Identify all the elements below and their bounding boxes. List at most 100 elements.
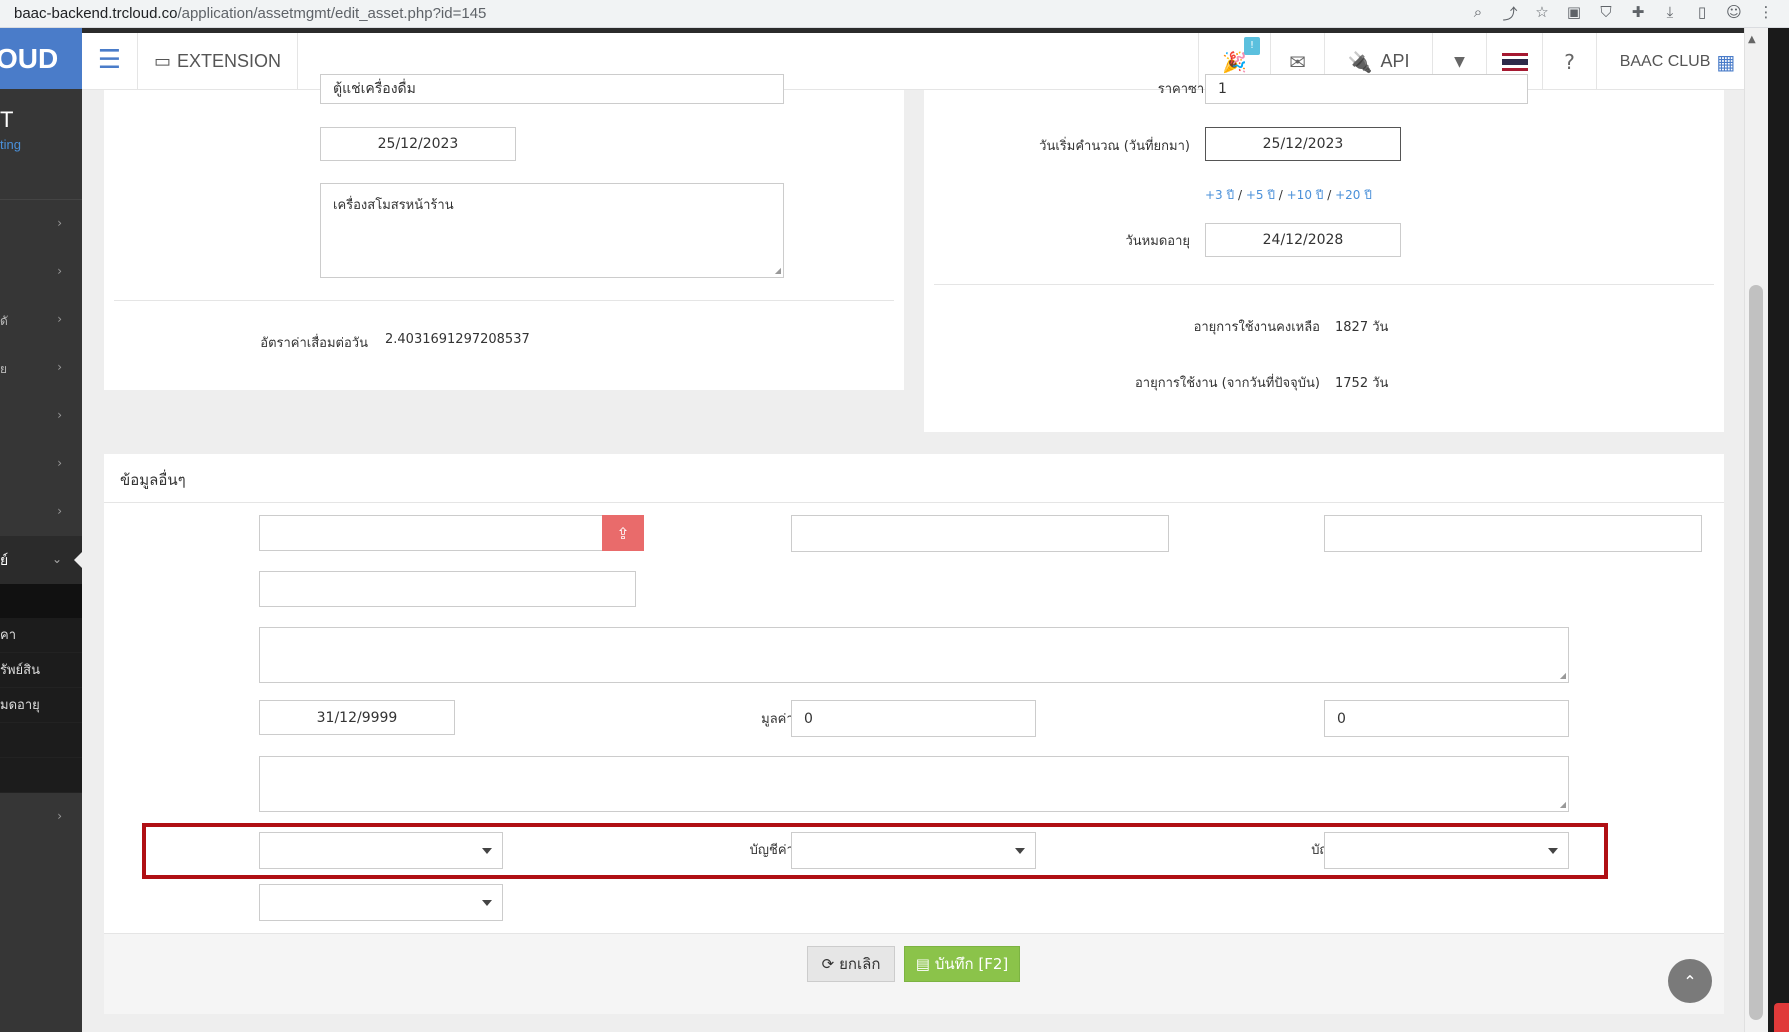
note-textarea[interactable]: ◢ bbox=[259, 627, 1569, 683]
extension-a-icon[interactable]: ▣ bbox=[1565, 3, 1583, 24]
sidepanel-icon[interactable]: ▯ bbox=[1693, 3, 1711, 24]
api-label: API bbox=[1380, 51, 1410, 71]
submenu-item[interactable]: มดอายุ bbox=[0, 688, 82, 723]
sale-date-input[interactable]: 31/12/9999 bbox=[259, 700, 455, 735]
scroll-to-top-button[interactable]: ⌃ bbox=[1668, 959, 1712, 1003]
location-input[interactable] bbox=[791, 515, 1169, 552]
start-date-input[interactable]: 25/12/2023 bbox=[1205, 127, 1401, 161]
active-indicator bbox=[74, 552, 82, 568]
sold-to-textarea[interactable]: ◢ bbox=[259, 756, 1569, 812]
refresh-icon: ⟳ bbox=[821, 955, 835, 973]
url-host: baac-backend.trcloud.co bbox=[14, 5, 178, 22]
expiry-date-input[interactable]: 24/12/2028 bbox=[1205, 223, 1401, 257]
accumulated-depreciation-select[interactable] bbox=[791, 832, 1036, 869]
submenu-item[interactable]: คา bbox=[0, 618, 82, 653]
puzzle-icon[interactable]: ✚ bbox=[1629, 3, 1647, 24]
caret-down-icon bbox=[1015, 847, 1025, 854]
other-info-title: ข้อมูลอื่นๆ bbox=[120, 471, 186, 489]
chevron-right-icon: › bbox=[57, 408, 62, 422]
page-scrollbar-thumb[interactable] bbox=[1749, 285, 1763, 1020]
profile-icon[interactable]: ☺ bbox=[1725, 3, 1743, 24]
sidebar-item[interactable]: › bbox=[0, 488, 82, 536]
submenu-item[interactable]: รัพย์สิน bbox=[0, 653, 82, 688]
name-input[interactable]: ตู้แช่เครื่องดื่ม bbox=[320, 74, 784, 104]
sidebar-item[interactable]: › bbox=[0, 248, 82, 296]
chevron-right-icon: › bbox=[57, 456, 62, 470]
remaining-life-label: อายุการใช้งานคงเหลือ bbox=[1193, 320, 1320, 335]
submenu-item[interactable] bbox=[0, 758, 82, 793]
hamburger-menu-icon[interactable]: ☰ bbox=[82, 33, 138, 90]
save-label: บันทึก [F2] bbox=[934, 955, 1009, 973]
salvage-label: ราคาซาก bbox=[1157, 82, 1212, 97]
help-button[interactable]: ? bbox=[1542, 33, 1596, 90]
club-button[interactable]: BAAC CLUB ▦ bbox=[1596, 33, 1744, 90]
zoom-icon[interactable]: ⌕ bbox=[1469, 3, 1487, 24]
sidebar-item[interactable]: ดั › bbox=[0, 296, 82, 344]
caret-down-icon bbox=[482, 847, 492, 854]
sale-price-input[interactable]: 0 bbox=[1324, 700, 1569, 737]
upload-icon[interactable]: ⇪ bbox=[602, 515, 644, 551]
plus-20-years-link[interactable]: +20 ปี bbox=[1335, 188, 1372, 202]
building-icon: ▦ bbox=[1716, 49, 1736, 74]
sidebar-item[interactable]: › bbox=[0, 392, 82, 440]
description-textarea[interactable]: เครื่องสโมสรหน้าร้าน ◢ bbox=[320, 183, 784, 278]
main-content: ชื่อ ตู้แช่เครื่องดื่ม วันที่ซื้อ 25/12/… bbox=[82, 74, 1744, 1032]
plus-5-years-link[interactable]: +5 ปี bbox=[1246, 188, 1275, 202]
value-at-sale-input[interactable]: 0 bbox=[791, 700, 1036, 737]
save-button[interactable]: ▤ บันทึก [F2] bbox=[904, 946, 1020, 982]
more-icon[interactable]: ⋮ bbox=[1757, 3, 1775, 24]
url-text[interactable]: baac-backend.trcloud.co/application/asse… bbox=[0, 5, 1469, 22]
download-icon[interactable]: ⤓ bbox=[1661, 3, 1679, 24]
chevron-right-icon: › bbox=[57, 809, 62, 823]
attachment-input[interactable] bbox=[259, 515, 603, 551]
remaining-life-value: 1827 วัน bbox=[1335, 320, 1389, 335]
star-icon[interactable]: ☆ bbox=[1533, 3, 1551, 24]
brand-logo[interactable]: OUD bbox=[0, 28, 82, 89]
chevron-up-icon: ⌃ bbox=[1683, 971, 1697, 991]
submenu-header bbox=[0, 584, 82, 618]
daily-rate-label: อัตราค่าเสื่อมต่อวัน bbox=[260, 336, 368, 351]
resize-grip-icon[interactable]: ◢ bbox=[1560, 800, 1566, 809]
asset-account-select[interactable] bbox=[1324, 832, 1569, 869]
window-edge bbox=[1768, 28, 1789, 1032]
purchase-date-input[interactable]: 25/12/2023 bbox=[320, 127, 516, 161]
floppy-icon: ▤ bbox=[915, 955, 930, 973]
chevron-right-icon: › bbox=[57, 264, 62, 278]
url-path: /application/assetmgmt/edit_asset.php?id… bbox=[177, 5, 487, 22]
sidebar-item[interactable]: ย › bbox=[0, 344, 82, 392]
divider bbox=[934, 284, 1714, 285]
company-name: T bbox=[0, 107, 14, 132]
chevron-right-icon: › bbox=[57, 504, 62, 518]
side-tab[interactable] bbox=[1774, 1003, 1789, 1032]
submenu-item[interactable] bbox=[0, 723, 82, 758]
chevron-right-icon: › bbox=[57, 312, 62, 326]
chevron-right-icon: › bbox=[57, 360, 62, 374]
sidebar-item[interactable]: › bbox=[0, 440, 82, 488]
sidebar-item[interactable]: › bbox=[0, 200, 82, 248]
reference-input[interactable] bbox=[259, 571, 636, 607]
cancel-button[interactable]: ⟳ ยกเลิก bbox=[807, 946, 895, 982]
caret-down-icon: ▼ bbox=[1454, 53, 1465, 70]
extension-label: EXTENSION bbox=[177, 51, 282, 71]
responsible-input[interactable] bbox=[1324, 515, 1702, 552]
chevron-right-icon: › bbox=[57, 216, 62, 230]
quick-year-links: +3 ปี / +5 ปี / +10 ปี / +20 ปี bbox=[1205, 188, 1372, 202]
sidebar-item[interactable]: › bbox=[0, 793, 82, 841]
share-icon[interactable]: ⤴ bbox=[1501, 3, 1519, 24]
salvage-input[interactable]: 1 bbox=[1205, 74, 1528, 104]
sidebar-item-asset-active[interactable]: ย์ ⌄ bbox=[0, 536, 82, 584]
exp-doc-select[interactable] bbox=[259, 884, 503, 921]
resize-grip-icon[interactable]: ◢ bbox=[775, 266, 781, 275]
caret-down-icon bbox=[482, 899, 492, 906]
used-life-value: 1752 วัน bbox=[1335, 376, 1389, 391]
chevron-down-icon: ⌄ bbox=[51, 552, 62, 566]
shield-icon[interactable]: ⛉ bbox=[1597, 3, 1615, 24]
company-link[interactable]: ting bbox=[0, 137, 82, 152]
resize-grip-icon[interactable]: ◢ bbox=[1560, 671, 1566, 680]
scroll-up-arrow-icon[interactable]: ▲ bbox=[1748, 34, 1756, 45]
plus-3-years-link[interactable]: +3 ปี bbox=[1205, 188, 1234, 202]
plus-10-years-link[interactable]: +10 ปี bbox=[1287, 188, 1324, 202]
browser-address-bar[interactable]: baac-backend.trcloud.co/application/asse… bbox=[0, 0, 1789, 28]
depreciation-account-select[interactable] bbox=[259, 832, 503, 869]
envelope-icon: ✉ bbox=[1289, 49, 1306, 74]
